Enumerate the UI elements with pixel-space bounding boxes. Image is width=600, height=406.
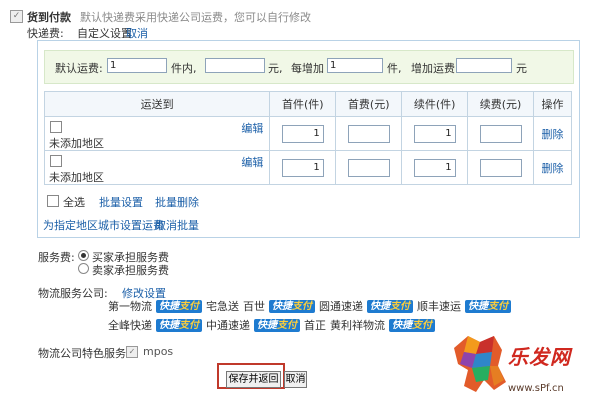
cancel-batch-link[interactable]: 取消批量 bbox=[155, 217, 199, 233]
default-first-qty-input[interactable] bbox=[107, 58, 167, 73]
header-first-fee: 首费(元) bbox=[335, 91, 403, 117]
quickpay-badge-icon: 快捷支付 bbox=[156, 318, 202, 332]
table-row: 未添加地区 编辑 删除 bbox=[43, 150, 572, 185]
express-cancel-link[interactable]: 取消 bbox=[126, 25, 148, 41]
express-fee-label: 快递费: bbox=[27, 27, 64, 40]
carrier-row-2: 全峰快递 快捷支付 中通速递 快捷支付 首正 黄利祥物流 快捷支付 bbox=[108, 318, 435, 332]
carrier-name: 顺丰速运 bbox=[417, 300, 461, 313]
service-fee-label: 服务费: bbox=[38, 251, 75, 264]
carrier-row-1: 第一物流 快捷支付 宅急送 百世 快捷支付 圆通速递 快捷支付 顺丰速运 快捷支… bbox=[108, 299, 511, 313]
area-text: 未添加地区 bbox=[49, 171, 104, 184]
add-qty-input[interactable] bbox=[413, 158, 456, 177]
watermark-url: www.sPf.cn bbox=[508, 383, 564, 394]
add-qty-input[interactable] bbox=[413, 124, 456, 143]
table-header-row: 运送到 首件(件) 首费(元) 续件(件) 续费(元) 操作 bbox=[43, 91, 572, 117]
quickpay-badge-icon: 快捷支付 bbox=[254, 318, 300, 332]
cod-checkbox[interactable]: ✓ bbox=[10, 10, 23, 23]
default-add-fee-input[interactable] bbox=[456, 58, 512, 73]
shipping-rules-table: 运送到 首件(件) 首费(元) 续件(件) 续费(元) 操作 未添加地区 编辑 … bbox=[43, 91, 572, 185]
add-fee-input[interactable] bbox=[479, 158, 522, 177]
select-all-checkbox[interactable] bbox=[47, 195, 59, 207]
header-destination: 运送到 bbox=[43, 91, 271, 117]
row-checkbox[interactable] bbox=[50, 121, 62, 133]
row-checkbox[interactable] bbox=[50, 155, 62, 167]
mpos-checkbox[interactable]: ✓ bbox=[126, 346, 138, 358]
unit-yuan-label: 元, bbox=[268, 62, 283, 75]
city-fee-link[interactable]: 为指定地区城市设置运费 bbox=[43, 217, 164, 233]
header-add-fee: 续费(元) bbox=[467, 91, 535, 117]
save-and-return-button[interactable]: 保存并返回 bbox=[226, 371, 281, 388]
quickpay-badge-icon: 快捷支付 bbox=[367, 299, 413, 313]
service-fee-buyer-radio[interactable] bbox=[78, 250, 89, 261]
default-add-qty-input[interactable] bbox=[327, 58, 383, 73]
feature-service-label: 物流公司特色服务: bbox=[38, 347, 130, 360]
default-fee-row: 默认运费: 件内, 元, 每增加 件, 增加运费 元 bbox=[44, 50, 574, 84]
unit-item-label: 件, bbox=[387, 62, 402, 75]
unit-yuan-label-2: 元 bbox=[516, 62, 527, 75]
service-fee-seller-label: 卖家承担服务费 bbox=[92, 264, 169, 277]
cod-note: 默认快递费采用快递公司运费，您可以自行修改 bbox=[80, 11, 311, 24]
quickpay-badge-icon: 快捷支付 bbox=[269, 299, 315, 313]
first-qty-input[interactable] bbox=[281, 158, 324, 177]
header-first-qty: 首件(件) bbox=[269, 91, 337, 117]
default-first-fee-input[interactable] bbox=[205, 58, 265, 73]
logistics-label: 物流服务公司: bbox=[38, 287, 108, 300]
carrier-name: 圆通速递 bbox=[319, 300, 363, 313]
batch-set-link[interactable]: 批量设置 bbox=[99, 194, 143, 210]
carrier-name: 首正 bbox=[304, 319, 326, 332]
cancel-button[interactable]: 取消 bbox=[284, 371, 307, 388]
each-add-label: 每增加 bbox=[291, 62, 324, 75]
quickpay-badge-icon: 快捷支付 bbox=[465, 299, 511, 313]
carrier-name: 全峰快递 bbox=[108, 319, 152, 332]
edit-area-link[interactable]: 编辑 bbox=[241, 154, 263, 170]
carrier-name: 宅急送 bbox=[206, 300, 239, 313]
mpos-label: mpos bbox=[143, 345, 174, 358]
select-all-label: 全选 bbox=[63, 196, 85, 209]
carrier-name: 第一物流 bbox=[108, 300, 152, 313]
destination-cell: 未添加地区 编辑 bbox=[43, 116, 271, 151]
watermark-name: 乐发网 bbox=[508, 345, 571, 369]
carrier-name: 百世 bbox=[243, 300, 265, 313]
quickpay-badge-icon: 快捷支付 bbox=[156, 299, 202, 313]
table-row: 未添加地区 编辑 删除 bbox=[43, 116, 572, 151]
quickpay-badge-icon: 快捷支付 bbox=[389, 318, 435, 332]
area-text: 未添加地区 bbox=[49, 137, 104, 150]
header-operation: 操作 bbox=[533, 91, 572, 117]
edit-area-link[interactable]: 编辑 bbox=[241, 120, 263, 136]
unit-in-label: 件内, bbox=[171, 62, 197, 75]
header-add-qty: 续件(件) bbox=[401, 91, 469, 117]
first-qty-input[interactable] bbox=[281, 124, 324, 143]
service-fee-seller-radio[interactable] bbox=[78, 263, 89, 274]
express-fee-mode: 自定义设置 bbox=[77, 27, 132, 40]
carrier-name: 中通速递 bbox=[206, 319, 250, 332]
delete-row-link[interactable]: 删除 bbox=[534, 126, 571, 142]
add-fee-input[interactable] bbox=[479, 124, 522, 143]
destination-cell: 未添加地区 编辑 bbox=[43, 150, 271, 185]
batch-delete-link[interactable]: 批量删除 bbox=[155, 194, 199, 210]
default-fee-label: 默认运费: bbox=[55, 62, 103, 75]
first-fee-input[interactable] bbox=[347, 158, 390, 177]
carrier-name: 黄利祥物流 bbox=[330, 319, 385, 332]
add-fee-label: 增加运费 bbox=[411, 62, 455, 75]
first-fee-input[interactable] bbox=[347, 124, 390, 143]
cod-label: 货到付款 bbox=[27, 11, 71, 24]
delete-row-link[interactable]: 删除 bbox=[534, 160, 571, 176]
